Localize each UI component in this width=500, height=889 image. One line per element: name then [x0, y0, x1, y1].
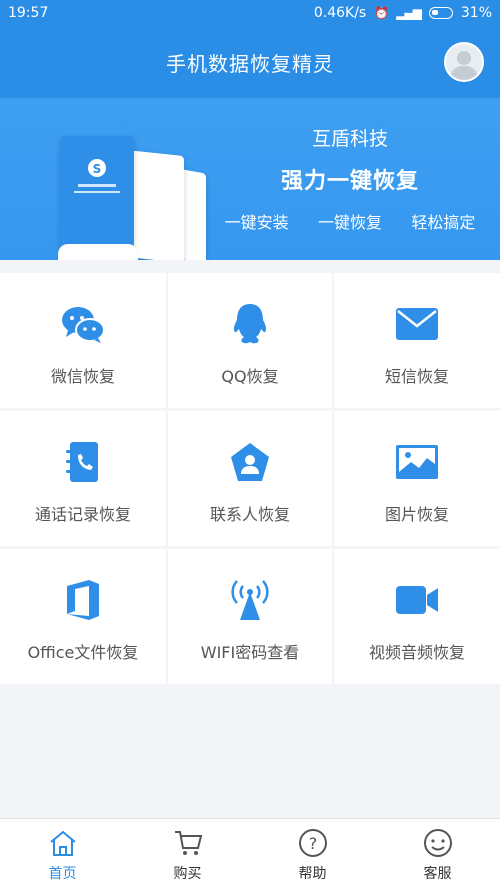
tile-wifi-password[interactable]: WIFI密码查看 [168, 549, 332, 684]
tile-label: WIFI密码查看 [200, 642, 300, 662]
tab-buy[interactable]: 购买 [125, 819, 250, 889]
avatar[interactable] [444, 42, 484, 82]
banner-features: 一键安装 一键恢复 轻松搞定 [200, 209, 500, 233]
battery-icon [428, 7, 453, 19]
cloud-decoration [58, 244, 138, 260]
tile-label: 短信恢复 [384, 366, 449, 386]
tile-label: Office文件恢复 [27, 642, 139, 662]
tile-label: 图片恢复 [384, 504, 449, 524]
svg-text:?: ? [308, 834, 317, 853]
svg-text:S: S [93, 162, 102, 176]
image-icon [392, 437, 442, 487]
customer-service-icon [422, 827, 454, 859]
feature-grid: 微信恢复 QQ恢复 短信恢复 通话记录恢复 联系人恢复 图片恢复 Office文… [0, 273, 500, 684]
tile-label: 微信恢复 [50, 366, 115, 386]
bottom-tab-bar: 首页 购买 ? 帮助 客服 [0, 818, 500, 889]
user-avatar-icon [450, 51, 478, 80]
qq-icon [225, 299, 275, 349]
status-time: 19:57 [8, 5, 49, 21]
phone-illustration-middle [126, 149, 184, 260]
tile-contacts-recovery[interactable]: 联系人恢复 [168, 411, 332, 546]
tile-video-audio-recovery[interactable]: 视频音频恢复 [334, 549, 500, 684]
wifi-icon [225, 575, 275, 625]
wechat-icon [58, 299, 108, 349]
banner-feature: 一键恢复 [317, 213, 382, 232]
tab-label: 帮助 [298, 866, 327, 882]
home-icon [47, 827, 79, 859]
promo-banner[interactable]: S 互盾科技 强力一键恢复 一键安装 一键恢复 轻松搞定 [0, 98, 500, 260]
tile-label: 联系人恢复 [209, 504, 290, 524]
banner-feature: 一键安装 [224, 213, 289, 232]
tile-label: QQ恢复 [221, 366, 279, 386]
network-speed: 0.46K/s [313, 5, 367, 21]
signal-icon: ▂▄▆ [396, 6, 422, 20]
banner-feature: 轻松搞定 [411, 213, 476, 232]
phone-illustration-front: S [60, 136, 134, 260]
cart-icon [172, 827, 204, 859]
tile-image-recovery[interactable]: 图片恢复 [334, 411, 500, 546]
tile-label: 通话记录恢复 [34, 504, 131, 524]
video-icon [392, 575, 442, 625]
call-log-icon [58, 437, 108, 487]
app-header: 手机数据恢复精灵 [0, 26, 500, 98]
tile-wechat-recovery[interactable]: 微信恢复 [0, 273, 166, 408]
tab-customer-service[interactable]: 客服 [375, 819, 500, 889]
help-icon: ? [297, 827, 329, 859]
banner-slogan: 强力一键恢复 [280, 169, 419, 194]
tab-label: 客服 [423, 866, 452, 882]
battery-level: 31% [460, 5, 492, 21]
app-logo-icon: S [74, 159, 120, 193]
tab-label: 首页 [48, 866, 77, 882]
tile-label: 视频音频恢复 [368, 642, 465, 662]
tab-home[interactable]: 首页 [0, 819, 125, 889]
banner-text: 互盾科技 强力一键恢复 一键安装 一键恢复 轻松搞定 [200, 118, 500, 233]
banner-company: 互盾科技 [311, 128, 388, 150]
tile-qq-recovery[interactable]: QQ恢复 [168, 273, 332, 408]
office-icon [58, 575, 108, 625]
tile-call-log-recovery[interactable]: 通话记录恢复 [0, 411, 166, 546]
status-right: 0.46K/s ⏰ ▂▄▆ 31% [314, 5, 492, 21]
app-title: 手机数据恢复精灵 [166, 51, 334, 76]
alarm-icon: ⏰ [374, 6, 389, 20]
tile-office-recovery[interactable]: Office文件恢复 [0, 549, 166, 684]
tab-label: 购买 [173, 866, 202, 882]
sms-icon [392, 299, 442, 349]
tab-help[interactable]: ? 帮助 [250, 819, 375, 889]
contacts-icon [225, 437, 275, 487]
tile-sms-recovery[interactable]: 短信恢复 [334, 273, 500, 408]
status-bar: 19:57 0.46K/s ⏰ ▂▄▆ 31% [0, 0, 500, 26]
